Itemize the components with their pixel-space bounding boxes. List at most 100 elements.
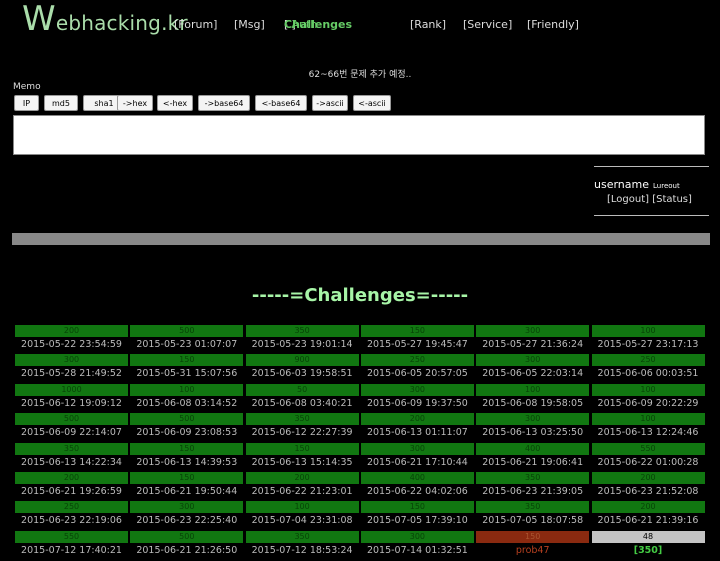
challenge-cell[interactable]: 350 2015-07-12 18:53:24 [245, 530, 359, 560]
challenge-cell[interactable]: 200 2015-06-23 21:52:08 [591, 472, 705, 501]
md5-button[interactable]: md5 [44, 95, 78, 111]
challenge-score: 100 [130, 383, 244, 396]
challenge-cell[interactable]: 250 2015-06-23 22:19:06 [15, 501, 128, 530]
login-panel: username Lureout [Logout] [Status] [594, 166, 709, 216]
challenge-cell[interactable]: 900 2015-06-03 19:58:51 [245, 354, 359, 383]
ip-button[interactable]: IP [14, 95, 39, 111]
challenge-cell[interactable]: 350 2015-06-13 14:22:34 [15, 442, 128, 472]
site-logo[interactable]: Webhacking.kr [22, 2, 188, 36]
challenge-cell[interactable]: 100 2015-05-27 23:17:13 [591, 325, 705, 354]
challenge-cell[interactable]: 350 2015-07-05 18:07:58 [476, 501, 590, 530]
challenge-cell[interactable]: 350 2015-06-23 21:39:05 [476, 472, 590, 501]
challenge-cell[interactable]: 150 2015-07-05 17:39:10 [360, 501, 474, 530]
memo-textarea[interactable] [13, 115, 705, 155]
logo-text: ebhacking.kr [55, 11, 188, 35]
from-base64-button[interactable]: <-base64 [255, 95, 307, 111]
challenge-cell[interactable]: 550 2015-06-22 01:00:28 [591, 442, 705, 472]
challenge-cell[interactable]: 200 2015-06-21 21:39:16 [591, 501, 705, 530]
challenge-cell[interactable]: 250 2015-06-06 00:03:51 [591, 354, 705, 383]
challenge-solved-date: 2015-06-21 21:26:50 [136, 544, 238, 556]
challenge-cell[interactable]: 350 2015-06-12 22:27:39 [245, 413, 359, 442]
challenge-score: 150 [130, 442, 244, 455]
challenge-solved-date: 2015-06-05 20:57:05 [366, 368, 468, 380]
challenge-cell[interactable]: 200 2015-06-21 19:26:59 [15, 472, 128, 501]
challenge-solved-date: 2015-06-23 22:25:40 [136, 515, 238, 527]
challenge-solved-date: 2015-06-13 14:22:34 [21, 456, 122, 468]
challenge-cell[interactable]: 200 2015-05-22 23:54:59 [15, 325, 128, 354]
challenge-solved-date: 2015-06-06 00:03:51 [597, 368, 699, 380]
challenge-cell[interactable]: 300 2015-06-09 19:37:50 [360, 383, 474, 413]
challenge-cell[interactable]: 500 2015-05-23 01:07:07 [130, 325, 244, 354]
challenge-cell[interactable]: 50 2015-06-08 03:40:21 [245, 383, 359, 413]
challenge-cell[interactable]: 150 2015-06-13 14:39:53 [130, 442, 244, 472]
challenge-cell[interactable]: 500 2015-06-09 22:14:07 [15, 413, 128, 442]
challenge-cell[interactable]: 500 2015-06-09 23:08:53 [130, 413, 244, 442]
challenge-score: 250 [591, 354, 705, 367]
challenge-cell[interactable]: 100 2015-06-08 03:14:52 [130, 383, 244, 413]
challenge-solved-date: 2015-05-28 21:49:52 [21, 368, 122, 380]
challenge-solved-date: 2015-06-13 03:25:50 [482, 427, 584, 439]
challenge-cell[interactable]: 100 2015-06-09 20:22:29 [591, 383, 705, 413]
challenge-score: 150 [245, 442, 359, 455]
challenge-cell[interactable]: 500 2015-06-21 21:26:50 [130, 530, 244, 560]
challenge-cell[interactable]: 400 2015-06-22 04:02:06 [360, 472, 474, 501]
nav-msg[interactable]: [Msg] [234, 18, 265, 31]
challenge-cell[interactable]: 300 2015-05-27 21:36:24 [476, 325, 590, 354]
challenge-cell[interactable]: 550 2015-07-12 17:40:21 [15, 530, 128, 560]
challenge-cell[interactable]: 150 2015-05-27 19:45:47 [360, 325, 474, 354]
logout-link[interactable]: [Logout] [607, 194, 649, 205]
challenge-cell[interactable]: 200 2015-06-13 01:11:07 [360, 413, 474, 442]
challenge-cell[interactable]: 300 2015-06-13 03:25:50 [476, 413, 590, 442]
challenge-score: 500 [130, 530, 244, 543]
challenge-cell[interactable]: 200 2015-06-22 21:23:01 [245, 472, 359, 501]
status-link[interactable]: [Status] [652, 194, 692, 205]
challenge-cell[interactable]: 100 2015-07-04 23:31:08 [245, 501, 359, 530]
challenge-score: 200 [591, 472, 705, 484]
challenge-score: 100 [591, 413, 705, 426]
challenge-cell[interactable]: 300 2015-07-14 01:32:51 [360, 530, 474, 560]
challenge-solved-date: 2015-05-22 23:54:59 [21, 339, 122, 350]
challenge-solved-date: 2015-06-08 19:58:05 [482, 397, 584, 409]
challenge-cell[interactable]: 150 2015-05-31 15:07:56 [130, 354, 244, 383]
challenge-cell[interactable]: 300 2015-06-21 17:10:44 [360, 442, 474, 472]
challenge-score: 50 [245, 383, 359, 396]
challenge-cell[interactable]: 100 2015-06-13 12:24:46 [591, 413, 705, 442]
challenge-score: 200 [15, 472, 128, 484]
memo-label: Memo [13, 82, 41, 92]
challenge-cell[interactable]: 150 2015-06-13 15:14:35 [245, 442, 359, 472]
challenge-cell[interactable]: 100 2015-06-08 19:58:05 [476, 383, 590, 413]
challenge-cell[interactable]: 48 [350] [591, 530, 705, 560]
to-base64-button[interactable]: ->base64 [198, 95, 250, 111]
challenge-cell[interactable]: 400 2015-06-21 19:06:41 [476, 442, 590, 472]
challenge-cell[interactable]: 150 prob47 [476, 530, 590, 560]
from-ascii-button[interactable]: <-ascii [353, 95, 391, 111]
challenge-score: 300 [15, 354, 128, 367]
challenge-score: 200 [15, 325, 128, 337]
challenge-solved-date: 2015-06-05 22:03:14 [482, 368, 584, 380]
challenge-score: 300 [360, 530, 474, 543]
challenge-cell[interactable]: 350 2015-05-23 19:01:14 [245, 325, 359, 354]
challenge-solved-date: 2015-06-08 03:40:21 [251, 397, 353, 409]
challenge-cell[interactable]: 250 2015-06-05 20:57:05 [360, 354, 474, 383]
challenge-cell[interactable]: 300 2015-06-23 22:25:40 [130, 501, 244, 530]
challenge-score: 500 [15, 413, 128, 426]
divider-bar [12, 233, 710, 245]
to-ascii-button[interactable]: ->ascii [312, 95, 348, 111]
to-hex-button[interactable]: ->hex [117, 95, 153, 111]
challenge-cell[interactable]: 1000 2015-06-12 19:09:12 [15, 383, 128, 413]
challenge-score: 200 [360, 413, 474, 426]
nav-forum[interactable]: [Forum] [174, 18, 217, 31]
nav-auth[interactable]: Auth [291, 18, 317, 31]
challenge-score: 200 [245, 472, 359, 484]
challenge-score: 400 [476, 442, 590, 455]
nav-friendly[interactable]: [Friendly] [527, 18, 579, 31]
challenge-solved-date: 2015-05-23 19:01:14 [251, 339, 353, 350]
nav-rank[interactable]: [Rank] [410, 18, 446, 31]
challenge-cell[interactable]: 300 2015-05-28 21:49:52 [15, 354, 128, 383]
challenge-solved-date: 2015-06-23 21:52:08 [597, 486, 699, 497]
from-hex-button[interactable]: <-hex [157, 95, 193, 111]
challenges-heading: -----=Challenges=----- [251, 285, 469, 306]
challenge-cell[interactable]: 150 2015-06-21 19:50:44 [130, 472, 244, 501]
nav-service[interactable]: [Service] [463, 18, 512, 31]
challenge-cell[interactable]: 300 2015-06-05 22:03:14 [476, 354, 590, 383]
